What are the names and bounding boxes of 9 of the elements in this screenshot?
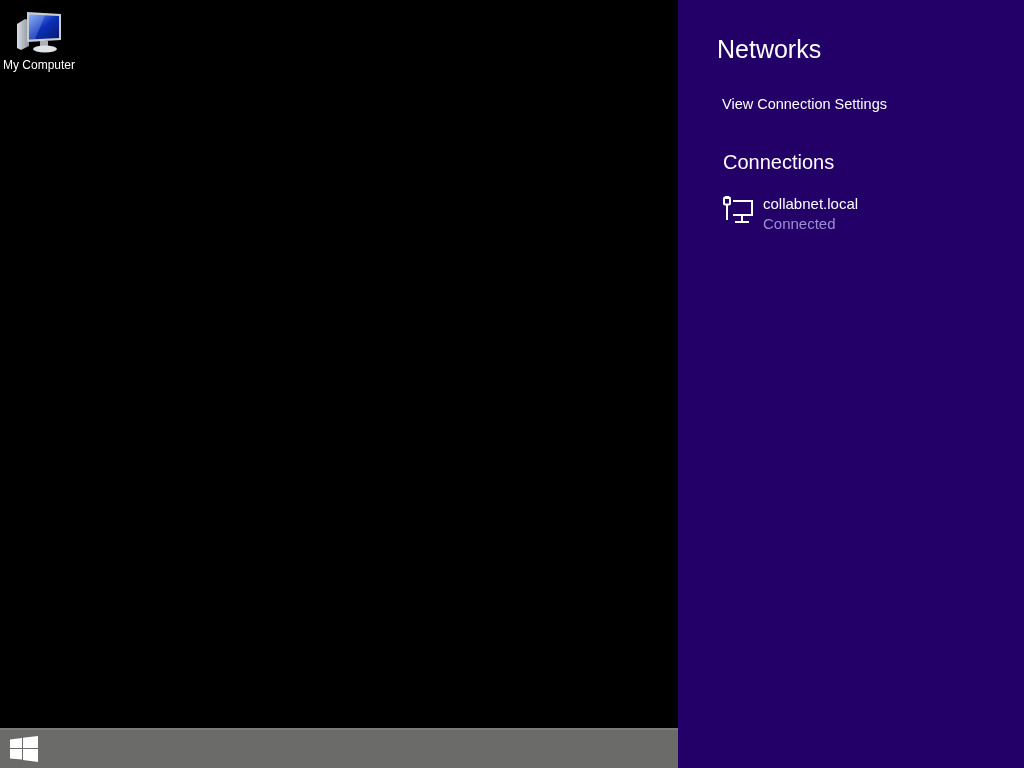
connection-status: Connected: [763, 214, 837, 234]
start-button-icon[interactable]: [10, 736, 38, 762]
network-name[interactable]: collabnet.local: [763, 194, 859, 214]
wired-network-icon: [723, 196, 753, 224]
computer-icon[interactable]: [15, 10, 63, 54]
section-heading: Connections: [723, 150, 835, 175]
panel-title: Networks: [717, 34, 822, 65]
desktop-icon-label: My Computer: [3, 58, 75, 72]
view-connection-settings-link[interactable]: View Connection Settings: [722, 95, 887, 113]
